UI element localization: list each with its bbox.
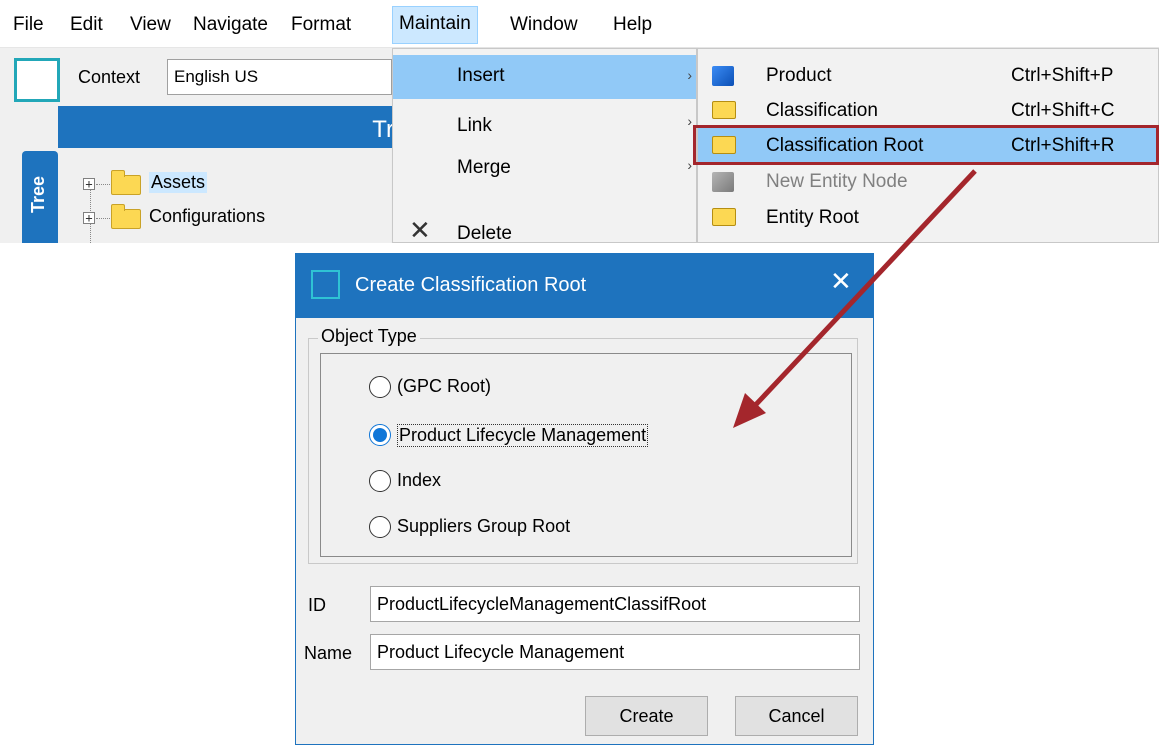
annotation-arrow-line (746, 169, 977, 415)
annotation-arrow (733, 169, 977, 428)
